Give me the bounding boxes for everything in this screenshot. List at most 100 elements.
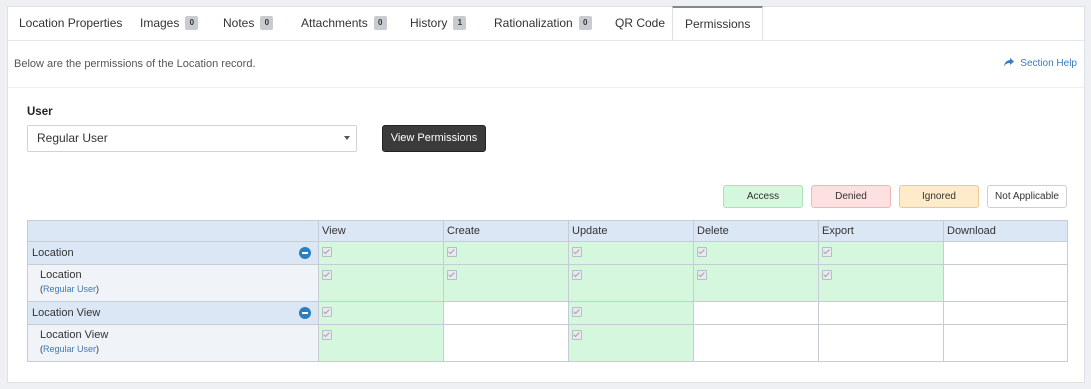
checked-checkbox-icon [447,270,457,280]
permissions-panel: Location Properties Images 0 Notes 0 Attac… [7,6,1085,383]
tab-label: Permissions [685,17,751,31]
permissions-table: View Create Update Delete Export Downloa… [27,220,1068,362]
permission-cell-view [318,241,444,265]
section-help-label: Section Help [1020,58,1077,69]
row-label: Location [32,247,74,259]
column-header-view: View [318,220,444,242]
row-label: Location View [32,307,101,319]
row-label: Location [40,269,82,281]
permission-cell-update [568,241,694,265]
checked-checkbox-icon [572,307,582,317]
tab-label: Rationalization [494,16,573,30]
permission-cell-view [318,324,444,362]
checked-checkbox-icon [572,330,582,340]
tab-images[interactable]: Images 0 [140,7,199,40]
tab-label: Attachments [301,16,368,30]
permission-cell-export [818,301,944,325]
column-header [27,220,319,242]
tab-location-properties[interactable]: Location Properties [19,7,122,40]
tab-attachments[interactable]: Attachments 0 [301,7,387,40]
tab-notes[interactable]: Notes 0 [223,7,274,40]
row-label: Location View [40,329,109,341]
section-help-link[interactable]: Section Help [1004,57,1077,69]
permission-cell-create [443,241,569,265]
column-header-export: Export [818,220,944,242]
count-badge: 0 [185,15,199,30]
checked-checkbox-icon [822,270,832,280]
checked-checkbox-icon [697,247,707,257]
count-badge: 1 [453,15,467,30]
permission-cell-download [943,301,1068,325]
permission-cell-export [818,264,944,302]
tab-permissions[interactable]: Permissions [672,6,764,40]
permission-cell-create [443,301,569,325]
permission-cell-update [568,264,694,302]
row-label-cell: Location View [27,301,319,325]
legend-denied: Denied [811,185,891,208]
row-sublabel: (Regular User) [40,344,318,354]
table-row: Location View (Regular User) [27,324,1068,362]
checked-checkbox-icon [447,247,457,257]
section-description: Below are the permissions of the Locatio… [14,58,256,70]
legend-not-applicable: Not Applicable [987,185,1067,208]
permission-cell-update [568,324,694,362]
divider [8,87,1084,88]
column-header-download: Download [943,220,1068,242]
user-link[interactable]: Regular User [43,344,96,354]
share-arrow-icon [1004,57,1015,67]
collapse-minus-icon[interactable] [299,307,311,319]
column-header-update: Update [568,220,694,242]
table-group-row: Location [27,241,1068,265]
user-label: User [27,106,53,118]
chevron-down-icon [344,136,350,140]
permission-cell-view [318,264,444,302]
count-badge: 0 [260,15,274,30]
checked-checkbox-icon [322,270,332,280]
permission-cell-export [818,324,944,362]
permission-cell-delete [693,241,819,265]
permission-cell-delete [693,301,819,325]
user-select[interactable]: Regular User [27,125,357,152]
user-select-value: Regular User [37,131,108,145]
table-row: Location (Regular User) [27,264,1068,302]
permission-cell-delete [693,264,819,302]
checked-checkbox-icon [822,247,832,257]
tab-label: Images [140,16,180,30]
table-header-row: View Create Update Delete Export Downloa… [27,220,1068,242]
checked-checkbox-icon [572,247,582,257]
tab-qr-code[interactable]: QR Code [615,7,665,40]
row-label-cell: Location [27,241,319,265]
column-header-create: Create [443,220,569,242]
permission-cell-create [443,264,569,302]
user-link[interactable]: Regular User [43,284,96,294]
checked-checkbox-icon [572,270,582,280]
paren-close: ) [96,344,100,354]
column-header-delete: Delete [693,220,819,242]
collapse-minus-icon[interactable] [299,247,311,259]
count-badge: 0 [578,15,592,30]
permission-cell-download [943,264,1068,302]
row-sublabel: (Regular User) [40,284,318,294]
record-tabs: Location Properties Images 0 Notes 0 Attac… [8,6,1084,41]
checked-checkbox-icon [322,330,332,340]
row-label-cell: Location View (Regular User) [27,324,319,362]
tab-history[interactable]: History 1 [410,7,467,40]
tab-rationalization[interactable]: Rationalization 0 [494,7,592,40]
table-group-row: Location View [27,301,1068,325]
permission-cell-create [443,324,569,362]
legend-ignored: Ignored [899,185,979,208]
count-badge: 0 [373,15,387,30]
tab-label: Notes [223,16,255,30]
tab-label: History [410,16,448,30]
tab-label: QR Code [615,16,666,30]
view-permissions-button[interactable]: View Permissions [382,125,486,152]
permission-cell-export [818,241,944,265]
permission-cell-delete [693,324,819,362]
legend-access: Access [723,185,803,208]
checked-checkbox-icon [322,247,332,257]
permission-cell-download [943,324,1068,362]
tab-label: Location Properties [19,16,123,30]
checked-checkbox-icon [697,270,707,280]
paren-close: ) [96,284,100,294]
permission-cell-download [943,241,1068,265]
